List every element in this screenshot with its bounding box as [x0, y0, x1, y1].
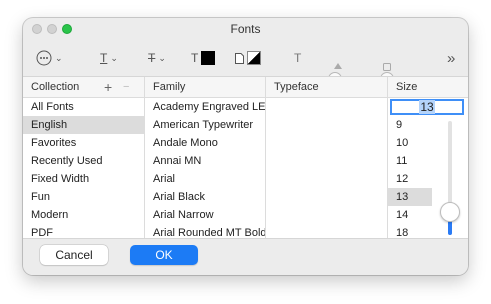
collection-item[interactable]: All Fonts [23, 98, 144, 116]
strikethrough-menu-button[interactable]: T ⌄ [148, 48, 166, 68]
chevron-down-icon: ⌄ [55, 52, 63, 63]
typeface-column: Typeface [266, 77, 388, 239]
collection-column: Collection + − All Fonts English Favorit… [23, 77, 145, 239]
ok-button[interactable]: OK [130, 245, 198, 265]
family-item[interactable]: Arial Narrow [145, 206, 265, 224]
family-column: Family Academy Engraved LET American Typ… [145, 77, 266, 239]
title-bar: Fonts [23, 18, 468, 40]
cancel-button[interactable]: Cancel [40, 245, 108, 265]
text-color-icon: T [191, 51, 199, 65]
collection-header-label: Collection [31, 81, 80, 93]
family-item[interactable]: Arial [145, 170, 265, 188]
family-item[interactable]: Arial Black [145, 188, 265, 206]
document-color-button[interactable] [235, 48, 261, 68]
text-shadow-icon: T [294, 48, 301, 68]
family-item[interactable]: Academy Engraved LET [145, 98, 265, 116]
collection-item[interactable]: PDF [23, 224, 144, 239]
size-item[interactable]: 18 [388, 224, 432, 239]
window-title: Fonts [230, 22, 261, 36]
size-item[interactable]: 11 [388, 152, 432, 170]
size-item[interactable]: 14 [388, 206, 432, 224]
family-list: Academy Engraved LET American Typewriter… [145, 98, 265, 239]
collection-item[interactable]: Favorites [23, 134, 144, 152]
family-item[interactable]: Andale Mono [145, 134, 265, 152]
chevron-down-icon: ⌄ [158, 52, 166, 63]
actions-menu-button[interactable]: ⌄ [36, 48, 63, 68]
size-item[interactable]: 9 [388, 116, 432, 134]
size-list: 9 10 11 12 13 14 18 [388, 116, 432, 239]
underline-menu-button[interactable]: T ⌄ [100, 48, 118, 68]
toolbar: ⌄ T ⌄ T ⌄ T T » [23, 40, 468, 86]
size-input[interactable]: 13 [390, 99, 464, 115]
footer: Cancel OK [23, 238, 468, 275]
document-color-icon [235, 52, 244, 64]
actions-menu-icon [36, 50, 52, 66]
collection-list: All Fonts English Favorites Recently Use… [23, 98, 144, 239]
shadow-blur-icon [383, 63, 391, 71]
document-color-swatch [247, 51, 261, 65]
remove-collection-button[interactable]: − [123, 77, 129, 97]
typeface-header: Typeface [266, 77, 387, 98]
family-item[interactable]: American Typewriter [145, 116, 265, 134]
size-item-selected[interactable]: 13 [388, 188, 432, 206]
collection-header: Collection + − [23, 77, 144, 98]
text-color-swatch [201, 51, 216, 65]
add-collection-button[interactable]: + [104, 77, 112, 97]
text-underline-icon: T [100, 51, 108, 65]
family-item[interactable]: Arial Rounded MT Bold [145, 224, 265, 239]
size-item[interactable]: 12 [388, 170, 432, 188]
overflow-chevron-icon: » [447, 49, 456, 67]
family-item[interactable]: Annai MN [145, 152, 265, 170]
size-header: Size [388, 77, 468, 98]
size-column: Size 13 9 10 11 12 13 14 18 [388, 77, 468, 239]
collection-item-selected[interactable]: English [23, 116, 144, 134]
text-strikethrough-icon: T [148, 51, 156, 65]
size-input-value: 13 [419, 100, 435, 114]
size-slider-knob[interactable] [440, 202, 460, 222]
size-item[interactable]: 10 [388, 134, 432, 152]
fonts-window: Fonts ⌄ T ⌄ T ⌄ T T » Collection + − All… [23, 18, 468, 275]
collection-item[interactable]: Fixed Width [23, 170, 144, 188]
family-header: Family [145, 77, 265, 98]
font-panes: Collection + − All Fonts English Favorit… [23, 76, 468, 239]
shadow-glyph: T [294, 51, 302, 65]
toolbar-overflow-button[interactable]: » [447, 48, 455, 68]
collection-item[interactable]: Modern [23, 206, 144, 224]
collection-item[interactable]: Recently Used [23, 152, 144, 170]
shadow-opacity-icon [334, 63, 342, 69]
collection-item[interactable]: Fun [23, 188, 144, 206]
chevron-down-icon: ⌄ [110, 52, 118, 63]
text-color-button[interactable]: T [191, 48, 216, 68]
